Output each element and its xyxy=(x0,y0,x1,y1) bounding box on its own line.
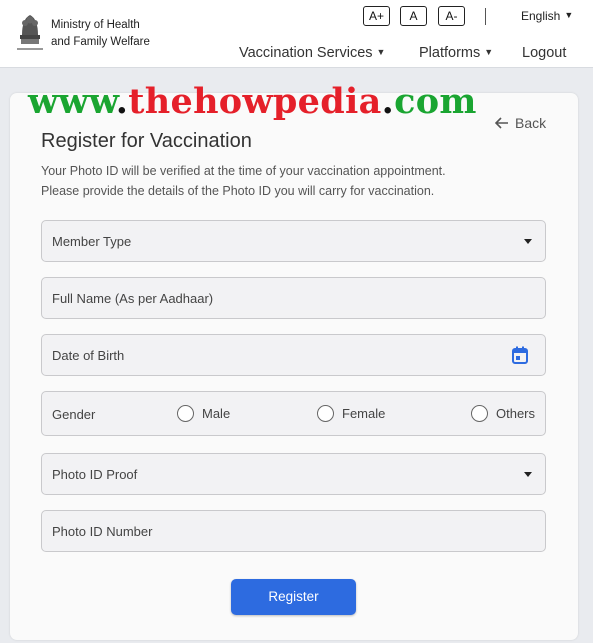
gender-option-female[interactable]: Female xyxy=(317,405,385,422)
nav-platforms-label: Platforms xyxy=(419,45,481,61)
font-decrease-button[interactable]: A- xyxy=(438,6,465,26)
gender-male-label: Male xyxy=(202,406,231,421)
language-select[interactable]: English ▼ xyxy=(521,9,573,23)
member-type-label: Member Type xyxy=(52,234,132,249)
back-link[interactable]: Back xyxy=(495,115,546,131)
radio-female[interactable] xyxy=(317,405,334,422)
member-type-select[interactable]: Member Type xyxy=(41,220,546,262)
photo-id-number-input[interactable]: Photo ID Number xyxy=(41,510,546,552)
chevron-down-icon: ▼ xyxy=(484,47,494,57)
radio-others[interactable] xyxy=(471,405,488,422)
language-label: English xyxy=(521,9,561,23)
chevron-down-icon: ▼ xyxy=(564,10,574,20)
back-label: Back xyxy=(515,115,547,131)
arrow-left-icon xyxy=(495,117,508,129)
photo-id-proof-label: Photo ID Proof xyxy=(52,467,138,482)
watermark-part-1: www xyxy=(28,81,116,122)
register-button[interactable]: Register xyxy=(231,579,356,615)
watermark-text: www.thehowpedia.com xyxy=(28,80,477,124)
calendar-icon[interactable] xyxy=(512,346,528,364)
full-name-input[interactable]: Full Name (As per Aadhaar) xyxy=(41,277,546,319)
gender-others-label: Others xyxy=(496,406,536,421)
watermark-part-2: thehowpedia xyxy=(128,81,382,122)
nav-vaccination-services-label: Vaccination Services xyxy=(239,45,373,61)
watermark-dot-1: . xyxy=(115,81,129,122)
photo-id-proof-select[interactable]: Photo ID Proof xyxy=(41,453,546,495)
subtitle-line-1: Your Photo ID will be verified at the ti… xyxy=(41,164,446,178)
form-subtitle: Your Photo ID will be verified at the ti… xyxy=(41,161,446,201)
site-header: Ministry of Health and Family Welfare A+… xyxy=(0,0,593,68)
caret-down-icon xyxy=(524,239,532,244)
watermark-dot-2: . xyxy=(381,81,395,122)
caret-down-icon xyxy=(524,472,532,477)
ministry-name: Ministry of Health and Family Welfare xyxy=(51,17,150,51)
page-title: Register for Vaccination xyxy=(41,130,252,152)
dob-placeholder: Date of Birth xyxy=(52,348,125,363)
font-increase-button[interactable]: A+ xyxy=(363,6,390,26)
gender-field: Gender Male Female Others xyxy=(41,391,546,436)
gender-label: Gender xyxy=(52,407,96,422)
radio-male[interactable] xyxy=(177,405,194,422)
nav-platforms[interactable]: Platforms ▼ xyxy=(419,45,493,61)
subtitle-line-2: Please provide the details of the Photo … xyxy=(41,184,435,198)
font-normal-button[interactable]: A xyxy=(400,6,427,26)
full-name-placeholder: Full Name (As per Aadhaar) xyxy=(52,291,214,306)
gender-female-label: Female xyxy=(342,406,386,421)
gender-option-male[interactable]: Male xyxy=(177,405,230,422)
ministry-line-1: Ministry of Health xyxy=(51,19,140,31)
nav-vaccination-services[interactable]: Vaccination Services ▼ xyxy=(239,45,385,61)
gender-option-others[interactable]: Others xyxy=(471,405,535,422)
watermark-part-3: com xyxy=(394,81,477,122)
ministry-line-2: and Family Welfare xyxy=(51,36,150,48)
header-divider xyxy=(485,8,486,25)
nav-logout[interactable]: Logout xyxy=(522,45,566,61)
photo-id-number-placeholder: Photo ID Number xyxy=(52,524,153,539)
national-emblem-icon xyxy=(17,15,43,50)
chevron-down-icon: ▼ xyxy=(376,47,386,57)
date-of-birth-input[interactable]: Date of Birth xyxy=(41,334,546,376)
